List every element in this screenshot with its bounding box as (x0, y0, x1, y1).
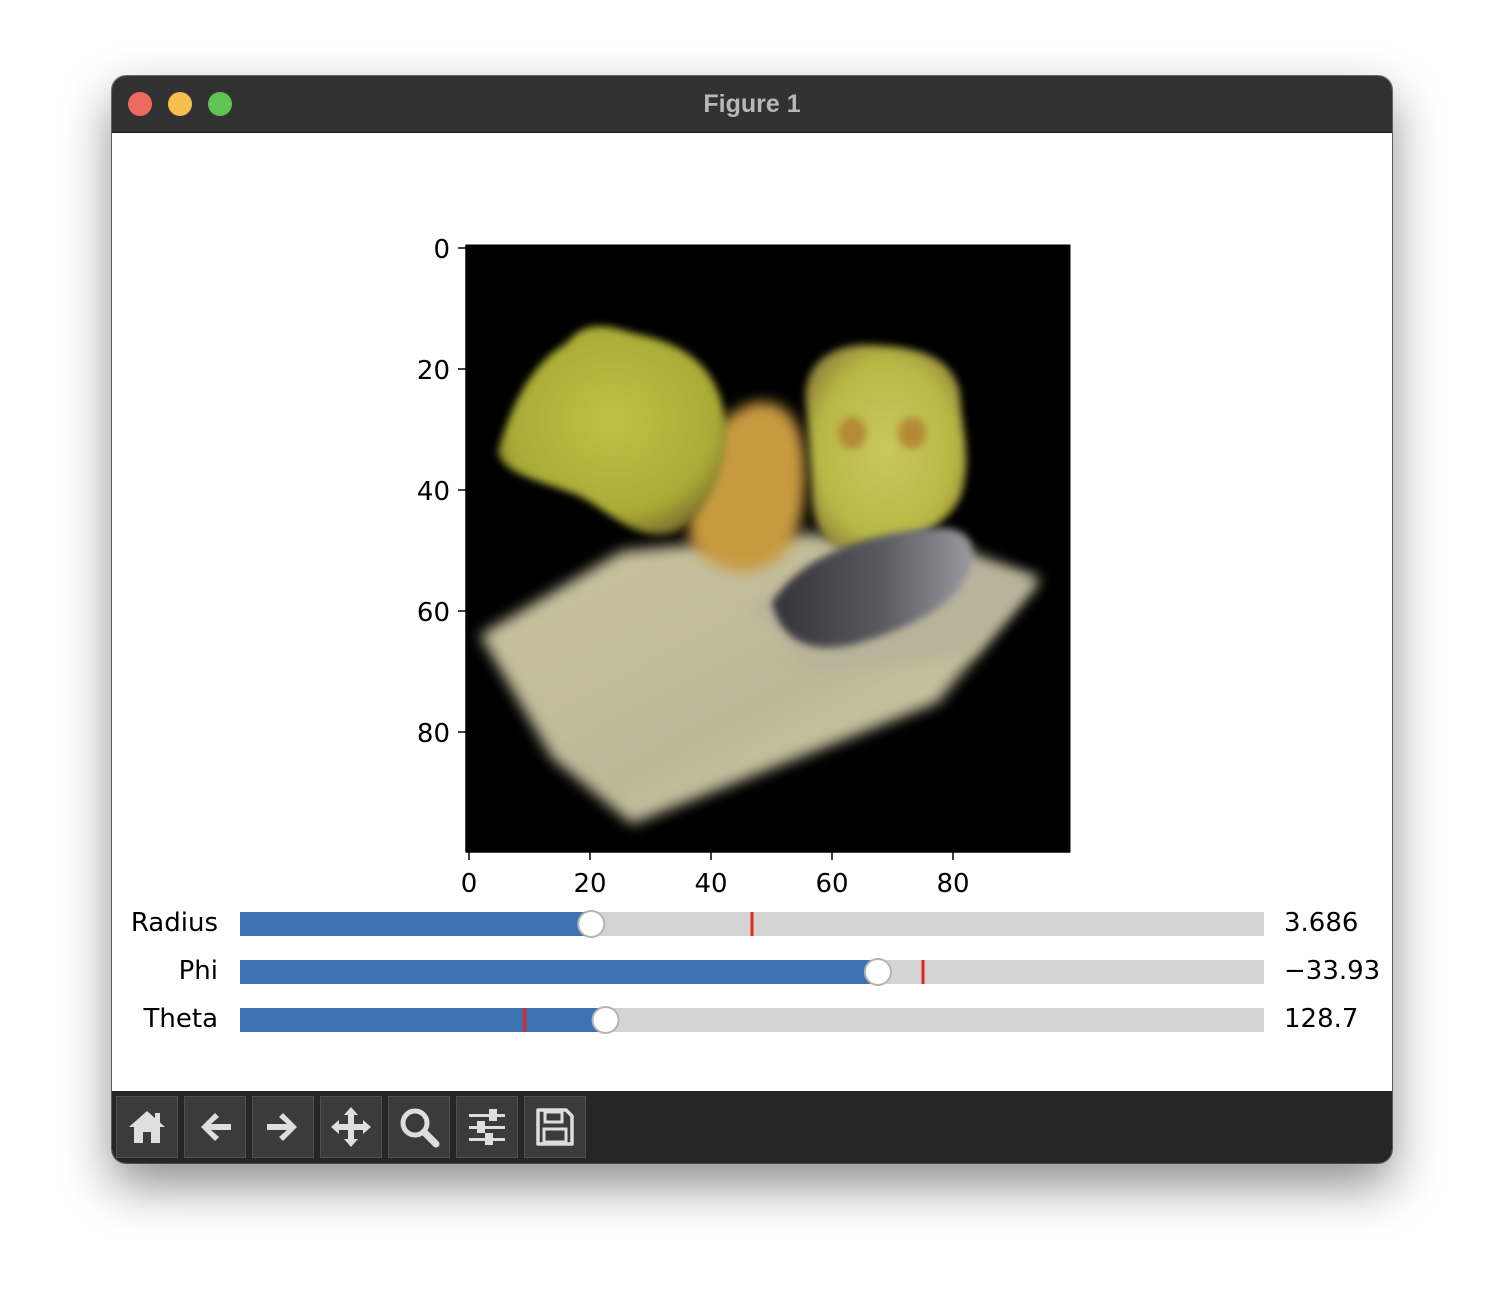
forward-button[interactable] (252, 1096, 314, 1158)
move-icon (331, 1107, 371, 1147)
arrow-left-icon (201, 1113, 231, 1141)
home-button[interactable] (116, 1096, 178, 1158)
magnifier-icon (400, 1108, 440, 1148)
slider-theta[interactable]: Theta 128.7 (143, 1004, 1359, 1034)
slider-value: 128.7 (1284, 1004, 1358, 1034)
slider-initial-marker (523, 1008, 527, 1032)
title-bar[interactable]: Figure 1 (112, 76, 1392, 133)
slider-fill (240, 912, 592, 936)
slider-label: Theta (143, 1004, 218, 1034)
slider-initial-marker (750, 912, 754, 936)
x-tick-label: 60 (815, 869, 848, 899)
slider-label: Phi (179, 956, 218, 986)
sliders-icon (469, 1109, 505, 1145)
home-icon (129, 1111, 165, 1143)
y-tick-label: 40 (417, 477, 450, 507)
x-axis: 0 20 40 60 80 (461, 851, 1070, 899)
y-tick-label: 20 (417, 356, 450, 386)
slider-phi[interactable]: Phi −33.93 (179, 956, 1381, 986)
y-tick-label: 60 (417, 598, 450, 628)
figure-svg: 0 20 40 60 80 0 20 40 60 80 Radius 3.686… (131, 235, 1381, 1034)
slider-fill (240, 960, 878, 984)
window-title: Figure 1 (703, 90, 801, 118)
pan-button[interactable] (320, 1096, 382, 1158)
slider-value: 3.686 (1284, 908, 1358, 938)
x-tick-label: 80 (936, 869, 969, 899)
slider-handle[interactable] (577, 910, 606, 938)
x-tick-label: 40 (694, 869, 727, 899)
slider-value: −33.93 (1284, 956, 1380, 986)
arrow-right-icon (267, 1113, 297, 1141)
slider-radius[interactable]: Radius 3.686 (131, 908, 1359, 938)
zoom-button[interactable] (388, 1096, 450, 1158)
save-button[interactable] (524, 1096, 586, 1158)
configure-subplots-button[interactable] (456, 1096, 518, 1158)
slider-fill (240, 1008, 606, 1032)
back-button[interactable] (184, 1096, 246, 1158)
floppy-icon (536, 1108, 574, 1146)
y-axis: 0 20 40 60 80 (417, 235, 467, 852)
slider-initial-marker (921, 960, 925, 984)
figure-window: Figure 1 0 20 40 60 80 0 20 40 60 80 Rad… (112, 76, 1392, 1163)
y-tick-label: 0 (433, 235, 450, 265)
slider-label: Radius (131, 908, 218, 938)
rendered-image (465, 244, 1071, 853)
x-tick-label: 0 (461, 869, 478, 899)
navigation-toolbar (112, 1091, 1392, 1163)
y-tick-label: 80 (417, 719, 450, 749)
slider-handle[interactable] (591, 1006, 620, 1034)
slider-handle[interactable] (863, 958, 892, 986)
x-tick-label: 20 (573, 869, 606, 899)
figure-canvas[interactable]: 0 20 40 60 80 0 20 40 60 80 Radius 3.686… (112, 133, 1392, 1091)
